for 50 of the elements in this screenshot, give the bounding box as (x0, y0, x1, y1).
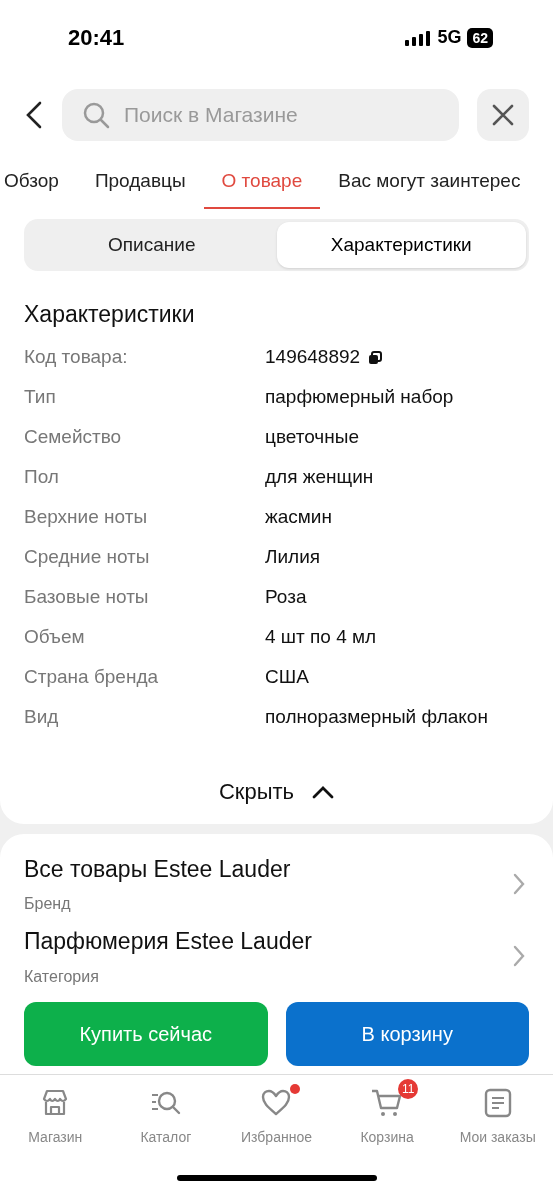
link-title[interactable]: Все товары Estee Lauder (24, 851, 291, 886)
spec-label: Код товара: (24, 345, 129, 370)
nav-item[interactable]: Магазин (0, 1077, 111, 1175)
link-subtitle: Категория (24, 966, 100, 987)
back-icon[interactable] (24, 100, 44, 130)
spec-value: для женщин (265, 465, 374, 490)
spec-value: Роза (265, 585, 307, 610)
copy-icon[interactable] (368, 350, 383, 365)
tab[interactable]: Обзор (4, 155, 59, 209)
spec-label: Страна бренда (24, 665, 160, 690)
network-label: 5G (437, 26, 462, 49)
link-subtitle: Бренд (24, 894, 72, 914)
spec-label: Тип (24, 385, 57, 410)
spec-value: цветочные (265, 425, 359, 450)
signal-icon (405, 29, 432, 46)
segment-tab[interactable]: Характеристики (276, 222, 526, 268)
link-title[interactable]: Парфюмерия Estee Lauder (24, 924, 312, 959)
spec-label: Верхние ноты (24, 505, 149, 530)
spec-label: Средние ноты (24, 545, 151, 570)
spec-label: Семейство (24, 425, 123, 450)
tab[interactable]: Вас могут заинтерес (338, 155, 521, 209)
chevron-up-icon (312, 784, 335, 799)
add-to-cart-button[interactable]: В корзину (285, 1002, 529, 1066)
spec-value: 4 шт по 4 мл (265, 625, 377, 650)
cart-icon (371, 1087, 404, 1119)
hide-button[interactable]: Скрыть (218, 771, 335, 812)
spec-label: Вид (24, 705, 60, 730)
nav-item[interactable]: Мои заказы (442, 1077, 553, 1175)
close-button[interactable] (477, 89, 529, 141)
segment-tab[interactable]: Описание (27, 222, 277, 268)
spec-value: 149648892 (265, 345, 361, 370)
battery-level: 62 (467, 27, 493, 48)
count-badge: 11 (398, 1079, 419, 1099)
nav-item[interactable]: Избранное (221, 1077, 332, 1175)
nav-item[interactable]: Каталог (110, 1077, 222, 1175)
spec-value: полноразмерный флакон (265, 705, 488, 730)
nav-item[interactable]: Корзина 11 (331, 1077, 443, 1175)
search-icon (82, 101, 110, 129)
search-field[interactable]: Поиск в Магазине (62, 89, 459, 141)
tab[interactable]: Продавцы (94, 155, 186, 209)
spec-value: парфюмерный набор (265, 385, 454, 410)
spec-value: США (265, 665, 309, 690)
section-title: Характеристики (24, 300, 196, 329)
spec-label: Пол (24, 465, 60, 490)
close-icon (492, 104, 514, 126)
spec-value: жасмин (265, 505, 332, 530)
spec-value: Лилия (265, 545, 321, 570)
status-time: 20:41 (68, 24, 125, 52)
spec-label: Базовые ноты (24, 585, 150, 610)
spec-label: Объем (24, 625, 86, 650)
